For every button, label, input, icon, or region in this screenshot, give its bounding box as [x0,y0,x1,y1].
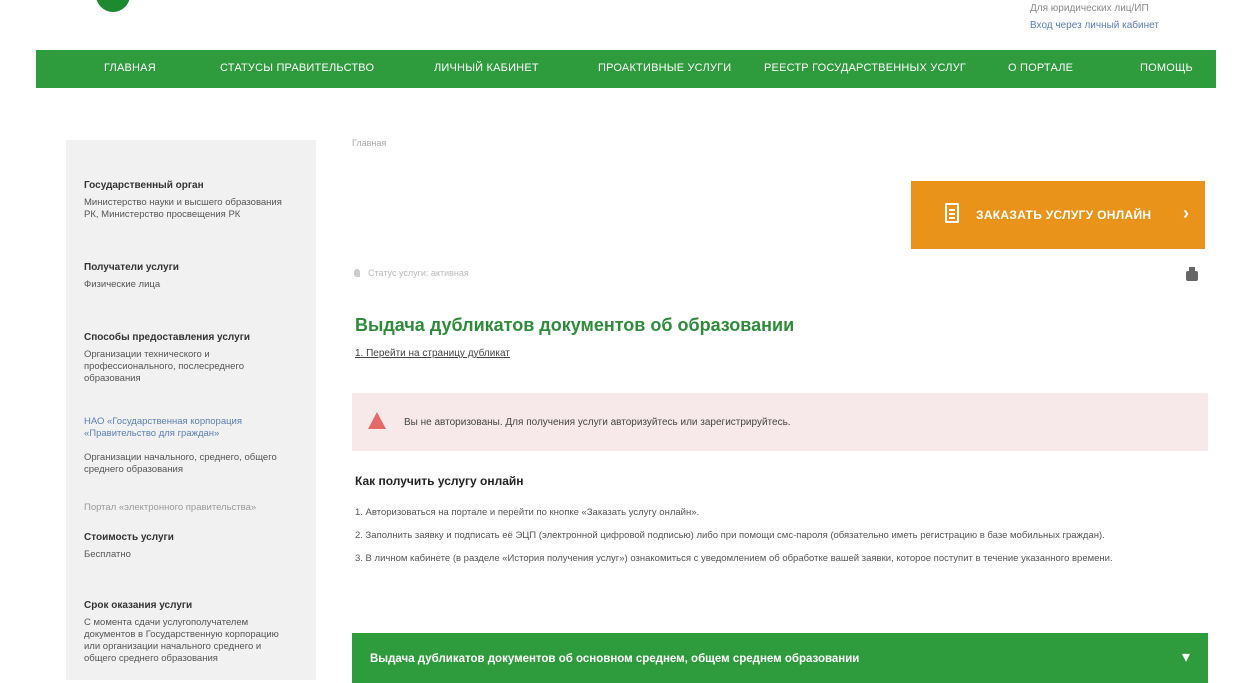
order-online-button[interactable]: ЗАКАЗАТЬ УСЛУГУ ОНЛАЙН › [911,181,1205,249]
sidebar-heading: Способы предоставления услуги [84,332,251,343]
page-title: Выдача дубликатов документов об образова… [355,315,795,336]
nav-item-proactive[interactable]: ПРОАКТИВНЫЕ УСЛУГИ [598,62,731,74]
login-line-1[interactable]: Для юридических лиц/ИП [1030,0,1230,17]
login-links: Для юридических лиц/ИП Вход через личный… [1030,0,1230,34]
service-status: Статус услуги: активная [354,268,469,278]
sidebar-block: Способы предоставления услуги Организаци… [84,332,294,385]
sidebar-text: С момента сдачи услугополучателем докуме… [84,617,279,664]
warning-icon [368,412,386,429]
sidebar-heading: Получатели услуги [84,262,179,273]
sidebar: Государственный орган Министерство науки… [66,140,316,680]
sidebar-text: Портал «электронного правительства» [84,502,257,513]
list-item: 2. Заполнить заявку и подписать её ЭЦП (… [355,530,1105,541]
sidebar-block: Государственный орган Министерство науки… [84,180,294,221]
main-nav: ГЛАВНАЯ СТАТУСЫ ПРАВИТЕЛЬСТВО ЛИЧНЫЙ КАБ… [36,50,1216,88]
duplicate-page-link[interactable]: 1. Перейти на страницу дубликат [355,348,510,359]
sidebar-text: Физические лица [84,279,161,290]
sidebar-text: Организации технического и профессиональ… [84,349,244,384]
sidebar-text: Бесплатно [84,549,131,560]
nav-item-registry[interactable]: РЕЕСТР ГОСУДАРСТВЕННЫХ УСЛУГ [764,62,966,74]
nav-item-about[interactable]: О ПОРТАЛЕ [1008,62,1073,74]
sidebar-text: Министерство науки и высшего образования… [84,197,282,220]
login-line-2[interactable]: Вход через личный кабинет [1030,17,1230,34]
sidebar-text: Организации начального, среднего, общего… [84,452,277,475]
portal-logo[interactable] [96,0,130,12]
nav-item-government[interactable]: СТАТУСЫ ПРАВИТЕЛЬСТВО [220,62,374,74]
sidebar-link[interactable]: НАО «Государственная корпорация «Правите… [84,416,294,440]
sidebar-block: Получатели услуги Физические лица [84,262,294,291]
how-to-heading: Как получить услугу онлайн [355,474,524,488]
auth-alert-text[interactable]: Вы не авторизованы. Для получения услуги… [404,417,791,428]
chevron-down-icon: ▾ [1181,649,1190,666]
sidebar-block: Организации начального, среднего, общего… [84,446,294,476]
pin-icon [354,269,360,277]
sidebar-block: НАО «Государственная корпорация «Правите… [84,410,294,440]
list-item: 3. В личном кабинете (в разделе «История… [355,553,1113,564]
auth-alert: Вы не авторизованы. Для получения услуги… [352,393,1208,451]
list-item: 1. Авторизоваться на портале и перейти п… [355,507,700,518]
steps-list: 1. Авторизоваться на портале и перейти п… [355,506,1205,575]
sidebar-block: Срок оказания услуги С момента сдачи усл… [84,600,294,665]
order-online-label: ЗАКАЗАТЬ УСЛУГУ ОНЛАЙН [976,208,1152,222]
nav-item-cabinet[interactable]: ЛИЧНЫЙ КАБИНЕТ [434,62,539,74]
nav-item-help[interactable]: ПОМОЩЬ [1140,62,1193,74]
sidebar-block: Стоимость услуги Бесплатно [84,532,294,561]
sidebar-heading: Срок оказания услуги [84,600,193,611]
chevron-right-icon: › [1183,203,1189,223]
document-icon [945,203,959,223]
breadcrumb[interactable]: Главная [352,138,386,148]
nav-item-home[interactable]: ГЛАВНАЯ [104,62,156,74]
print-icon[interactable] [1186,267,1198,281]
sidebar-block: Портал «электронного правительства» [84,496,294,514]
accordion-label: Выдача дубликатов документов об основном… [370,653,860,665]
sidebar-heading: Стоимость услуги [84,532,174,543]
service-status-text: Статус услуги: активная [368,268,469,278]
sidebar-heading: Государственный орган [84,180,204,191]
